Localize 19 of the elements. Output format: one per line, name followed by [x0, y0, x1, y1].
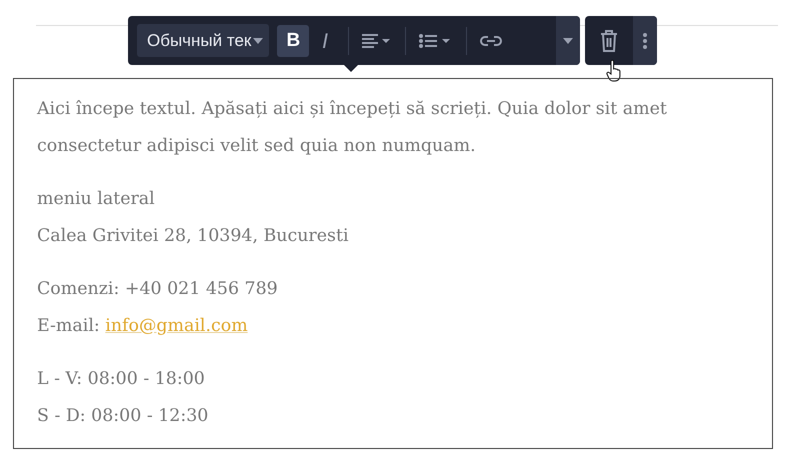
- paragraph-text: Aici începe textul. Apăsați aici și începeți să scrieți. Quia dolor sit amet consectetur adipisci velit sed quia non numquam.: [37, 98, 668, 158]
- paragraph-text: meniu lateral: [37, 188, 156, 211]
- expand-button[interactable]: [556, 16, 580, 65]
- trash-icon: [600, 30, 618, 52]
- email-label: E-mail:: [37, 316, 100, 336]
- more-button[interactable]: [633, 16, 657, 65]
- text-style-dropdown[interactable]: Обычный тек: [137, 24, 270, 57]
- caret-icon: [253, 38, 264, 44]
- italic-button[interactable]: I: [309, 24, 342, 56]
- align-icon: [362, 32, 392, 48]
- more-icon: [643, 32, 647, 48]
- bold-button[interactable]: B: [277, 24, 310, 56]
- paragraph-text: S - D: 08:00 - 12:30: [37, 405, 210, 428]
- caret-icon: [563, 38, 573, 44]
- paragraph-text: L - V: 08:00 - 18:00: [37, 368, 206, 391]
- paragraph-text: Comenzi: +40 021 456 789: [37, 278, 279, 301]
- pointer-hand-icon: [606, 60, 622, 82]
- paragraph-text: Calea Grivitei 28, 10394, Bucuresti: [37, 225, 350, 248]
- link-icon: [480, 34, 502, 46]
